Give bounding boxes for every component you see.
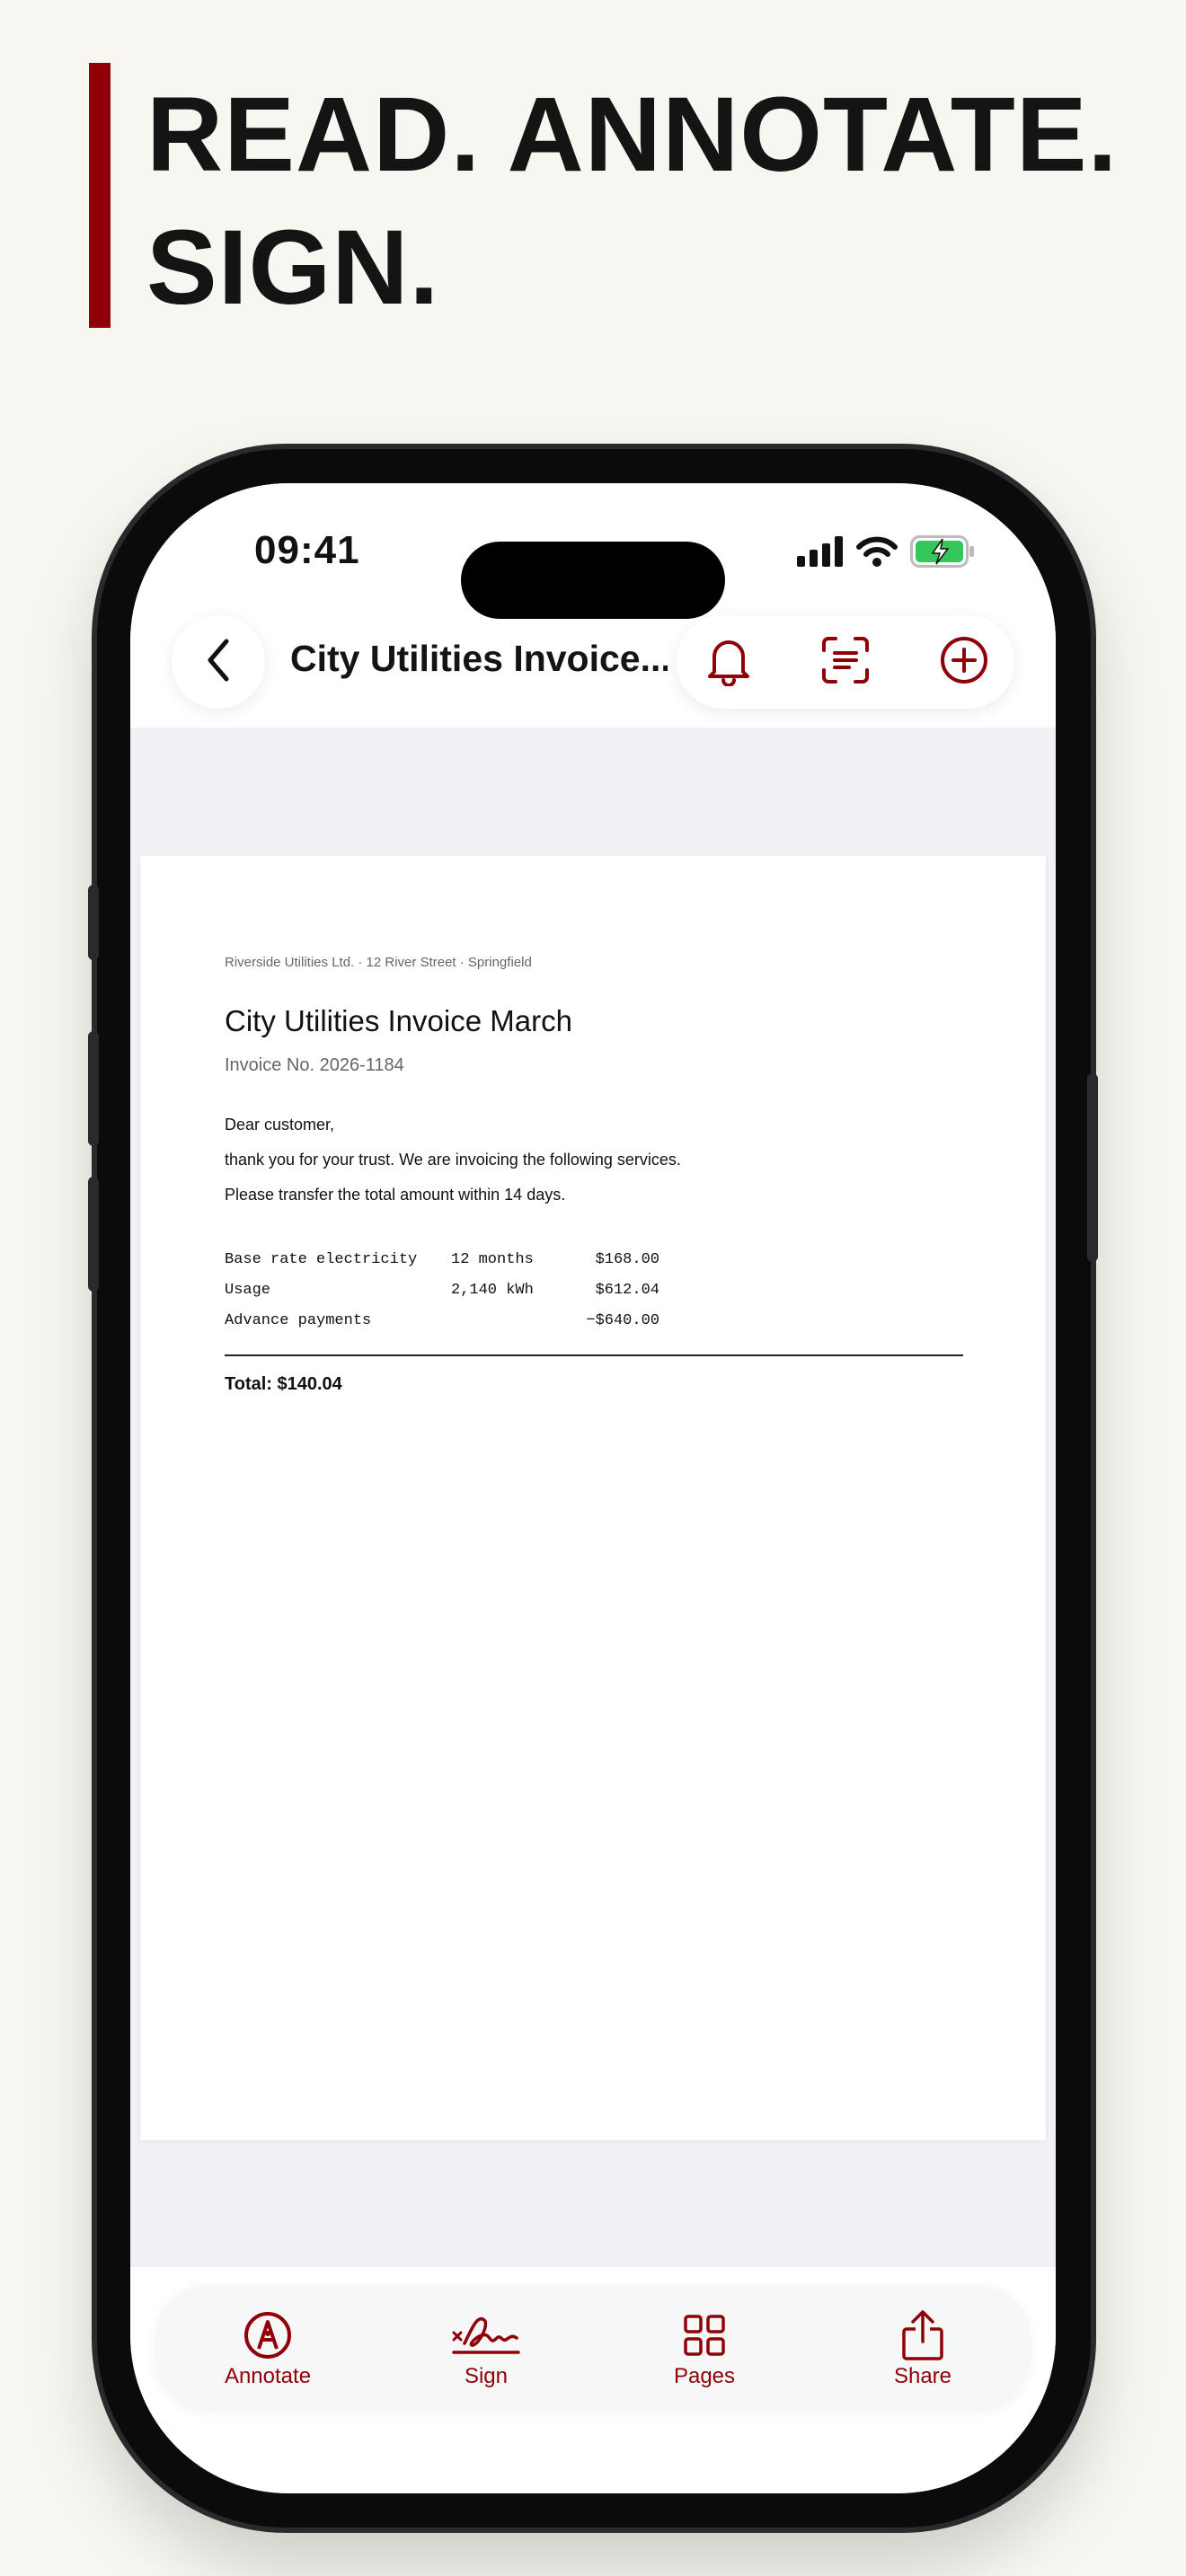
item-amount: $612.04: [595, 1282, 659, 1299]
add-button[interactable]: [937, 635, 991, 689]
item-amount: $168.00: [595, 1251, 659, 1268]
headline-line-1: READ. ANNOTATE.: [146, 75, 1119, 194]
tab-pages[interactable]: Pages: [633, 2308, 776, 2398]
pen-circle-icon: [243, 2308, 292, 2362]
power-button: [1087, 1073, 1098, 1262]
body-line: thank you for your trust. We are invoici…: [225, 1151, 681, 1169]
tab-bar: Annotate Sign Pages Share: [155, 2285, 1031, 2411]
headline-accent-bar: [89, 63, 111, 328]
reminder-button[interactable]: [702, 635, 756, 689]
grid-icon: [683, 2308, 726, 2362]
action-button: [88, 885, 99, 960]
back-button[interactable]: [172, 615, 265, 709]
item-amount: −$640.00: [586, 1312, 659, 1329]
tab-label: Annotate: [224, 2364, 312, 2388]
cellular-signal-icon: [797, 536, 844, 571]
battery-charging-icon: [910, 535, 975, 572]
invoice-title: City Utilities Invoice March: [225, 1004, 572, 1037]
bottom-toolbar: Annotate Sign Pages Share: [130, 2267, 1056, 2493]
tab-annotate[interactable]: Annotate: [196, 2308, 340, 2398]
tab-label: Pages: [673, 2364, 736, 2388]
item-quantity: 2,140 kWh: [451, 1282, 534, 1299]
headline-line-2: SIGN.: [146, 208, 440, 327]
item-description: Base rate electricity: [225, 1251, 418, 1268]
bell-icon: [705, 634, 752, 691]
scan-text-button[interactable]: [819, 635, 872, 689]
item-description: Usage: [225, 1282, 271, 1299]
top-bar: 09:41 City Utilities Invoice...: [130, 483, 1056, 728]
greeting: Dear customer,: [225, 1116, 335, 1134]
item-quantity: 12 months: [451, 1251, 534, 1268]
chevron-left-icon: [203, 638, 234, 687]
toolbar-actions: [677, 615, 1014, 709]
status-time: 09:41: [254, 528, 360, 572]
volume-up-button: [88, 1031, 99, 1146]
tab-share[interactable]: Share: [851, 2308, 995, 2398]
body-line: Please transfer the total amount within …: [225, 1186, 566, 1204]
document-title: City Utilities Invoice...: [290, 638, 668, 679]
tab-label: Share: [893, 2364, 952, 2388]
dynamic-island: [461, 542, 725, 619]
signature-icon: [452, 2308, 520, 2362]
app-screen: 09:41 City Utilities Invoice... Riversid…: [130, 483, 1056, 2493]
share-icon: [901, 2308, 944, 2362]
letterhead: Riverside Utilities Ltd. · 12 River Stre…: [225, 955, 532, 970]
tab-label: Sign: [464, 2364, 509, 2388]
tab-sign[interactable]: Sign: [414, 2308, 558, 2398]
total-divider: [225, 1354, 963, 1356]
document-page[interactable]: Riverside Utilities Ltd. · 12 River Stre…: [140, 856, 1046, 2140]
scan-text-icon: [821, 636, 870, 689]
headline: READ. ANNOTATE. SIGN.: [146, 68, 1153, 334]
invoice-number: Invoice No. 2026-1184: [225, 1055, 404, 1075]
item-description: Advance payments: [225, 1312, 372, 1329]
wifi-icon: [856, 536, 898, 571]
status-icons: [797, 535, 975, 572]
invoice-total: Total: $140.04: [225, 1374, 342, 1394]
volume-down-button: [88, 1177, 99, 1292]
add-circle-icon: [939, 635, 989, 690]
